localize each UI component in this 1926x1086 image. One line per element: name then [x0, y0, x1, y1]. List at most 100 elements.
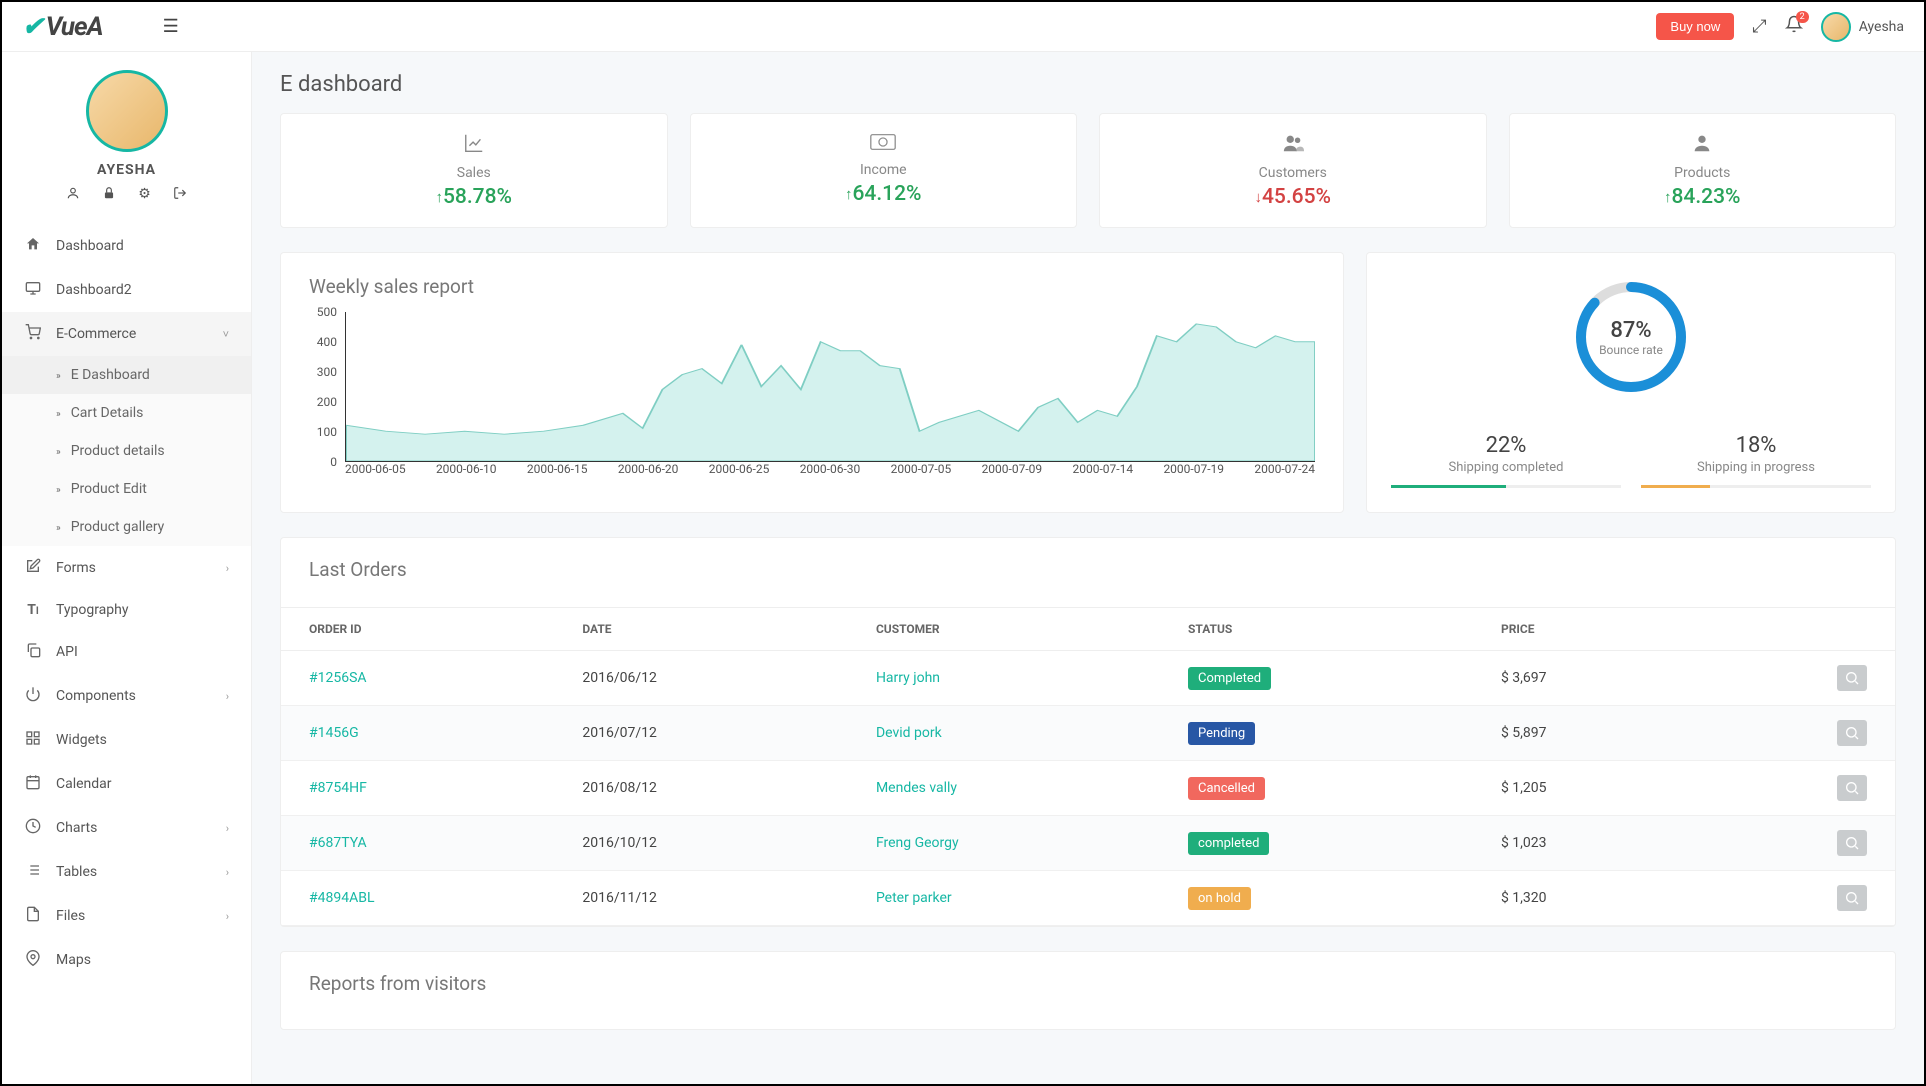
stat-value: ↑58.78%: [281, 185, 667, 209]
customer-link[interactable]: Harry john: [876, 670, 940, 686]
copy-icon: [24, 642, 42, 662]
users-icon: [1100, 132, 1486, 159]
stat-customers: Customers ↓45.65%: [1099, 113, 1487, 228]
topbar: ✔VueA ☰ Buy now ⤢ 2 Ayesha: [2, 2, 1924, 52]
sidebar-item-calendar[interactable]: Calendar: [2, 762, 251, 806]
arrow-up-icon: ↑: [435, 188, 443, 206]
sidebar-item-typography[interactable]: TITypography: [2, 590, 251, 630]
user-menu[interactable]: Ayesha: [1821, 12, 1904, 42]
chevron-right-icon: ›: [226, 910, 229, 923]
stat-income: Income↑64.12%: [690, 113, 1078, 228]
fullscreen-icon[interactable]: ⤢: [1752, 16, 1766, 37]
bounce-pct: 87%: [1610, 318, 1651, 343]
order-id-link[interactable]: #8754HF: [309, 780, 367, 796]
sidebar-item-dashboard2[interactable]: Dashboard2: [2, 268, 251, 312]
col-header-actions: [1701, 608, 1895, 651]
double-chevron-icon: »: [56, 409, 61, 420]
avatar-large[interactable]: [86, 70, 168, 152]
reports-card: Reports from visitors: [280, 951, 1896, 1030]
order-date: 2016/11/12: [554, 871, 848, 926]
power-icon: [24, 686, 42, 706]
user-icon[interactable]: [66, 186, 80, 204]
sidebar-item-label: Maps: [56, 952, 91, 968]
list-icon: [24, 862, 42, 882]
status-badge: completed: [1188, 832, 1269, 855]
view-order-button[interactable]: [1837, 885, 1867, 911]
sidebar-item-forms[interactable]: Forms›: [2, 546, 251, 590]
sidebar-item-label: Charts: [56, 820, 97, 836]
submenu-item[interactable]: »Product gallery: [2, 508, 251, 546]
customer-link[interactable]: Devid pork: [876, 725, 942, 741]
brand-logo[interactable]: ✔VueA: [22, 12, 103, 42]
order-price: $ 3,697: [1473, 651, 1702, 706]
cal-icon: [24, 774, 42, 794]
menu-toggle-icon[interactable]: ☰: [163, 16, 179, 37]
orders-table: ORDER IDDATECUSTOMERSTATUSPRICE #1256SA2…: [281, 607, 1895, 926]
view-order-button[interactable]: [1837, 720, 1867, 746]
avatar-icon: [1821, 12, 1851, 42]
sidebar-item-widgets[interactable]: Widgets: [2, 718, 251, 762]
sidebar-profile: AYESHA ⚙: [2, 52, 251, 216]
order-price: $ 1,023: [1473, 816, 1702, 871]
stat-row: Sales ↑58.78% Income↑64.12% Customers ↓45.65…: [280, 113, 1896, 228]
order-date: 2016/10/12: [554, 816, 848, 871]
order-id-link[interactable]: #687TYA: [309, 835, 367, 851]
view-order-button[interactable]: [1837, 665, 1867, 691]
sidebar: AYESHA ⚙ DashboardDashboard2E-Commerce˅»…: [2, 52, 252, 1084]
customer-link[interactable]: Mendes vally: [876, 780, 957, 796]
brand-check-icon: ✔: [22, 12, 43, 42]
sidebar-item-label: Calendar: [56, 776, 112, 792]
lock-icon[interactable]: [102, 186, 116, 204]
monitor-icon: [24, 280, 42, 300]
arrow-down-icon: ↓: [1254, 188, 1262, 206]
logout-icon[interactable]: [173, 186, 187, 204]
stat-label: Sales: [281, 165, 667, 181]
gear-icon[interactable]: ⚙: [138, 186, 151, 204]
order-id-link[interactable]: #1256SA: [309, 670, 367, 686]
ship-label: Shipping in progress: [1641, 460, 1871, 475]
submenu-item[interactable]: »Cart Details: [2, 394, 251, 432]
sidebar-item-charts[interactable]: Charts›: [2, 806, 251, 850]
customer-link[interactable]: Peter parker: [876, 890, 952, 906]
order-id-link[interactable]: #4894ABL: [309, 890, 375, 906]
sidebar-item-files[interactable]: Files ›: [2, 894, 251, 938]
stat-products: Products↑84.23%: [1509, 113, 1897, 228]
sidebar-item-e-commerce[interactable]: E-Commerce˅: [2, 312, 251, 356]
view-order-button[interactable]: [1837, 830, 1867, 856]
sidebar-item-label: API: [56, 644, 78, 660]
user-icon: [1510, 132, 1896, 159]
stat-label: Products: [1510, 165, 1896, 181]
notif-badge: 2: [1796, 11, 1809, 23]
sidebar-item-maps[interactable]: Maps: [2, 938, 251, 982]
weekly-chart: 0100200300400500 2000-06-052000-06-10200…: [345, 312, 1315, 492]
cash-icon: [691, 132, 1077, 156]
customer-link[interactable]: Freng Georgy: [876, 835, 959, 851]
submenu-item[interactable]: »Product Edit: [2, 470, 251, 508]
sidebar-item-dashboard[interactable]: Dashboard: [2, 224, 251, 268]
file-icon: [24, 906, 42, 926]
col-header: PRICE: [1473, 608, 1702, 651]
sidebar-item-tables[interactable]: Tables›: [2, 850, 251, 894]
sidebar-item-label: Files: [56, 908, 85, 924]
submenu-item[interactable]: »E Dashboard: [2, 356, 251, 394]
stat-label: Customers: [1100, 165, 1486, 181]
sidebar-item-components[interactable]: Components›: [2, 674, 251, 718]
notifications-icon[interactable]: 2: [1785, 15, 1803, 38]
profile-name: AYESHA: [2, 162, 251, 178]
stat-value: ↓45.65%: [1100, 185, 1486, 209]
table-row: #1456G2016/07/12Devid porkPending$ 5,897: [281, 706, 1895, 761]
clock-icon: [24, 818, 42, 838]
buy-now-button[interactable]: Buy now: [1656, 13, 1734, 40]
status-badge: Pending: [1188, 722, 1255, 745]
double-chevron-icon: »: [56, 523, 61, 534]
order-price: $ 1,205: [1473, 761, 1702, 816]
view-order-button[interactable]: [1837, 775, 1867, 801]
sidebar-item-label: Widgets: [56, 732, 107, 748]
sidebar-item-api[interactable]: API: [2, 630, 251, 674]
reports-title: Reports from visitors: [309, 972, 1867, 995]
chevron-right-icon: ›: [226, 866, 229, 879]
user-name: Ayesha: [1859, 19, 1904, 35]
order-id-link[interactable]: #1456G: [309, 725, 359, 741]
double-chevron-icon: »: [56, 371, 61, 382]
submenu-item[interactable]: »Product details: [2, 432, 251, 470]
